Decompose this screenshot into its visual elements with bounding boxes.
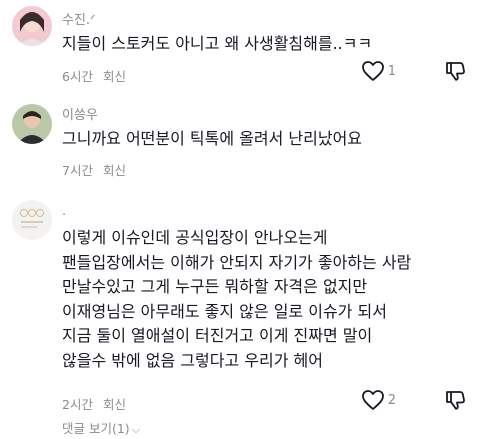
comment-time: 6시간 xyxy=(62,69,93,84)
comment-meta: 2시간 회신 xyxy=(62,394,126,413)
comment-meta: 7시간 회신 xyxy=(62,160,126,179)
profile-photo-icon xyxy=(12,104,52,144)
avatar[interactable] xyxy=(12,200,52,240)
view-replies-label: 댓글 보기(1) xyxy=(62,421,130,436)
profile-photo-icon xyxy=(12,6,52,46)
like-count: 2 xyxy=(387,392,396,408)
reply-button[interactable]: 회신 xyxy=(103,163,126,178)
comment-text: 지들이 스토커도 아니고 왜 사생활침해를..ㅋㅋ xyxy=(62,34,373,53)
comment-time: 7시간 xyxy=(62,163,93,178)
comment-text: 그니까요 어떤분이 틱톡에 올려서 난리났어요 xyxy=(62,129,363,148)
chevron-down-icon: ⌵ xyxy=(131,423,141,436)
comment-username[interactable]: 수진.ᐟ xyxy=(62,9,96,28)
reply-button[interactable]: 회신 xyxy=(103,397,126,412)
avatar[interactable] xyxy=(12,6,52,46)
view-replies-button[interactable]: 댓글 보기(1) ⌵ xyxy=(62,418,140,437)
comment-time: 2시간 xyxy=(62,397,93,412)
dislike-button[interactable] xyxy=(444,60,466,82)
dislike-button[interactable] xyxy=(444,389,466,411)
heart-outline-icon xyxy=(361,390,384,410)
heart-outline-icon xyxy=(361,61,384,81)
comment-meta: 6시간 회신 xyxy=(62,66,126,85)
like-button[interactable]: 1 xyxy=(361,60,396,82)
like-count: 1 xyxy=(387,63,396,79)
thumbs-down-outline-icon xyxy=(446,62,465,81)
comment-text: 이렇게 이슈인데 공식입장이 안나오는게 팬들입장에서는 이해가 안되지 자기가… xyxy=(62,228,412,370)
profile-photo-icon xyxy=(12,200,52,240)
reply-button[interactable]: 회신 xyxy=(103,69,126,84)
thumbs-down-outline-icon xyxy=(446,391,465,410)
comment-username[interactable]: 이씅우 xyxy=(62,104,98,123)
like-button[interactable]: 2 xyxy=(361,389,396,411)
avatar[interactable] xyxy=(12,104,52,144)
comment-username[interactable]: . xyxy=(62,204,66,219)
